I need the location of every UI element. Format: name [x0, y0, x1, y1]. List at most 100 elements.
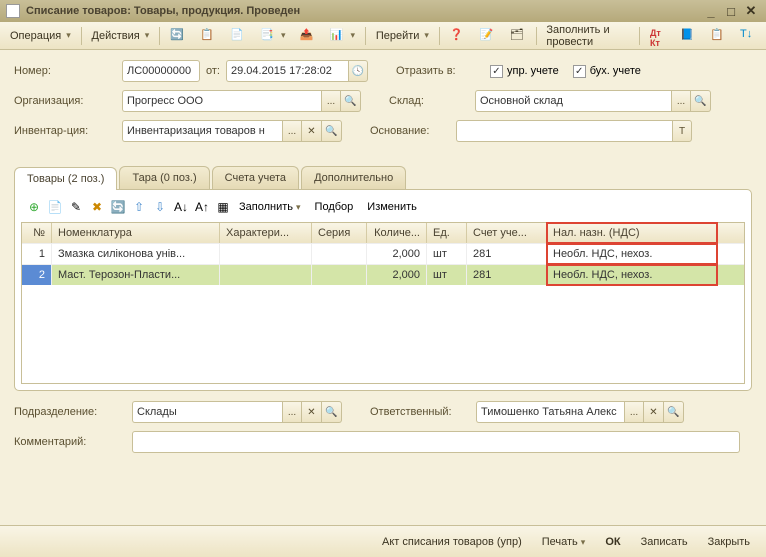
operation-menu[interactable]: Операция [4, 27, 77, 45]
invent-input[interactable]: Инвентаризация товаров н [122, 120, 282, 142]
col-acc[interactable]: Счет уче... [467, 223, 547, 243]
table-row[interactable]: 1 Змазка силіконова унів... 2,000 шт 281… [22, 243, 744, 264]
move-up-icon[interactable]: ⇧ [130, 198, 148, 216]
delete-row-icon[interactable]: ✖ [88, 198, 106, 216]
toolbar-icon-9[interactable]: 📘 [674, 25, 702, 47]
date-picker-button[interactable]: 🕓 [348, 60, 368, 82]
toolbar-icon-10[interactable]: 📋 [704, 25, 732, 47]
form-footer: Подразделение: Склады ... ✕ 🔍 Ответствен… [0, 391, 766, 471]
save-button[interactable]: Записать [635, 532, 694, 552]
resp-clear-button[interactable]: ✕ [644, 401, 664, 423]
sklad-select-button[interactable]: ... [671, 90, 691, 112]
copy-row-icon[interactable]: 📄 [46, 198, 64, 216]
resp-select-button[interactable]: ... [624, 401, 644, 423]
tab-extra[interactable]: Дополнительно [301, 166, 406, 189]
label-invent: Инвентар-ция: [14, 125, 116, 137]
dtkt-icon[interactable]: ДтКт [644, 25, 672, 47]
toolbar-icon-5[interactable]: 📤 [294, 25, 322, 47]
help-icon[interactable]: ❓ [444, 25, 472, 47]
podr-input[interactable]: Склады [132, 401, 282, 423]
minimize-button[interactable]: _ [702, 3, 720, 19]
print-menu[interactable]: Печать [536, 532, 592, 552]
col-char[interactable]: Характери... [220, 223, 312, 243]
toolbar-icon-7[interactable]: 📝 [474, 25, 502, 47]
toolbar-icon-8[interactable]: 🗂 [504, 25, 532, 47]
tab-accounts[interactable]: Счета учета [212, 166, 299, 189]
main-toolbar: Операция Действия 🔄 📋 📄 📑 📤 📊 Перейти ❓ … [0, 22, 766, 50]
label-number: Номер: [14, 65, 116, 77]
col-nds[interactable]: Нал. назн. (НДС) [547, 223, 717, 243]
tab-tara[interactable]: Тара (0 поз.) [119, 166, 209, 189]
resp-search-button[interactable]: 🔍 [664, 401, 684, 423]
close-form-button[interactable]: Закрыть [702, 532, 756, 552]
grid-select-button[interactable]: Подбор [311, 199, 358, 215]
sort-desc-icon[interactable]: A↑ [193, 198, 211, 216]
comment-input[interactable] [132, 431, 740, 453]
org-select-button[interactable]: ... [321, 90, 341, 112]
podr-select-button[interactable]: ... [282, 401, 302, 423]
invent-select-button[interactable]: ... [282, 120, 302, 142]
grid-body[interactable]: 1 Змазка силіконова унів... 2,000 шт 281… [22, 243, 744, 383]
maximize-button[interactable]: □ [722, 3, 740, 19]
osn-input[interactable] [456, 120, 672, 142]
form-header: Номер: ЛС00000000 от: 29.04.2015 17:28:0… [0, 50, 766, 160]
podr-clear-button[interactable]: ✕ [302, 401, 322, 423]
col-nom[interactable]: Номенклатура [52, 223, 220, 243]
org-input[interactable]: Прогресс ООО [122, 90, 321, 112]
window-title: Списание товаров: Товары, продукция. Про… [26, 5, 700, 17]
toolbar-icon-2[interactable]: 📋 [194, 25, 222, 47]
goto-menu[interactable]: Перейти [370, 27, 435, 45]
date-input[interactable]: 29.04.2015 17:28:02 [226, 60, 348, 82]
tab-content: ⊕ 📄 ✎ ✖ 🔄 ⇧ ⇩ A↓ A↑ ▦ Заполнить Подбор И… [14, 189, 752, 391]
toolbar-icon-11[interactable]: Т↓ [734, 25, 762, 47]
label-sklad: Склад: [389, 95, 469, 107]
sklad-input[interactable]: Основной склад [475, 90, 671, 112]
close-button[interactable]: ✕ [742, 3, 760, 19]
label-from: от: [206, 65, 220, 77]
sort-asc-icon[interactable]: A↓ [172, 198, 190, 216]
refresh-icon[interactable]: 🔄 [109, 198, 127, 216]
goods-grid: № Номенклатура Характери... Серия Количе… [21, 222, 745, 384]
label-reflect: Отразить в: [396, 65, 476, 77]
fill-and-post-button[interactable]: Заполнить и провести [540, 21, 635, 51]
actions-menu[interactable]: Действия [86, 27, 156, 45]
podr-search-button[interactable]: 🔍 [322, 401, 342, 423]
label-buh: бух. учете [590, 65, 641, 77]
label-resp: Ответственный: [370, 406, 470, 418]
check-upr[interactable]: ✓ [490, 65, 503, 78]
label-podr: Подразделение: [14, 406, 126, 418]
bottom-bar: Акт списания товаров (упр) Печать ОК Зап… [0, 525, 766, 557]
check-buh[interactable]: ✓ [573, 65, 586, 78]
act-link[interactable]: Акт списания товаров (упр) [376, 532, 528, 552]
toolbar-icon-3[interactable]: 📄 [224, 25, 252, 47]
edit-row-icon[interactable]: ✎ [67, 198, 85, 216]
grid-change-button[interactable]: Изменить [363, 199, 421, 215]
col-ser[interactable]: Серия [312, 223, 367, 243]
ok-button[interactable]: ОК [599, 532, 626, 552]
invent-clear-button[interactable]: ✕ [302, 120, 322, 142]
tabstrip: Товары (2 поз.) Тара (0 поз.) Счета учет… [14, 166, 752, 189]
invent-search-button[interactable]: 🔍 [322, 120, 342, 142]
doc-icon [6, 4, 20, 18]
col-ed[interactable]: Ед. [427, 223, 467, 243]
label-upr: упр. учете [507, 65, 559, 77]
resp-input[interactable]: Тимошенко Татьяна Алекс [476, 401, 624, 423]
label-osn: Основание: [370, 125, 450, 137]
col-n[interactable]: № [22, 223, 52, 243]
label-org: Организация: [14, 95, 116, 107]
grid-fill-menu[interactable]: Заполнить [235, 199, 305, 215]
settings-icon[interactable]: ▦ [214, 198, 232, 216]
tab-goods[interactable]: Товары (2 поз.) [14, 167, 117, 190]
add-row-icon[interactable]: ⊕ [25, 198, 43, 216]
sklad-search-button[interactable]: 🔍 [691, 90, 711, 112]
number-input[interactable]: ЛС00000000 [122, 60, 200, 82]
label-comment: Комментарий: [14, 436, 126, 448]
toolbar-icon-6[interactable]: 📊 [324, 25, 362, 47]
toolbar-icon-4[interactable]: 📑 [254, 25, 292, 47]
osn-select-button[interactable]: T [672, 120, 692, 142]
org-search-button[interactable]: 🔍 [341, 90, 361, 112]
col-qty[interactable]: Количе... [367, 223, 427, 243]
move-down-icon[interactable]: ⇩ [151, 198, 169, 216]
toolbar-icon-1[interactable]: 🔄 [164, 25, 192, 47]
table-row[interactable]: 2 Маст. Терозон-Пласти... 2,000 шт 281 Н… [22, 264, 744, 285]
